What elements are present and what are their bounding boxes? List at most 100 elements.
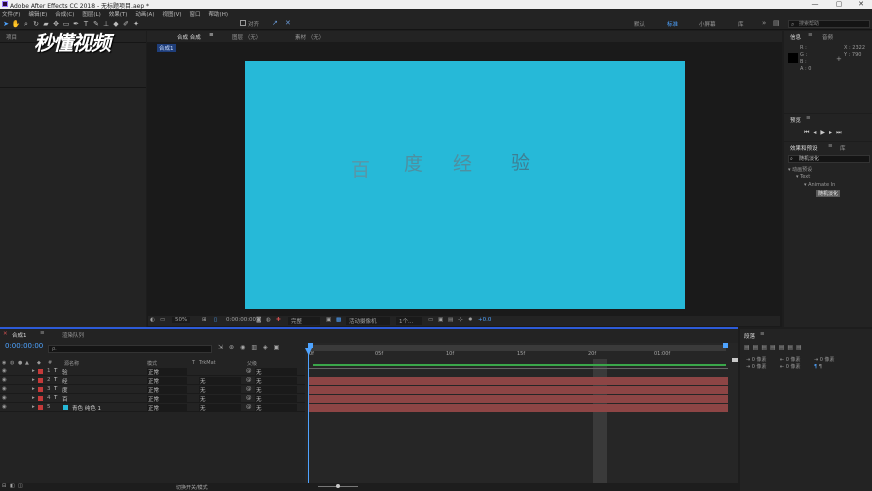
eraser-tool-icon[interactable]: ◆ bbox=[111, 18, 121, 30]
layer-bar-2[interactable] bbox=[309, 377, 728, 385]
parent-pickwhip-icon[interactable]: @ bbox=[246, 395, 252, 401]
menu-file[interactable]: 文件(F) bbox=[2, 10, 20, 18]
menu-edit[interactable]: 编辑(E) bbox=[28, 10, 47, 18]
roto-brush-tool-icon[interactable]: ✐ bbox=[121, 18, 131, 30]
layer-name[interactable]: 百 bbox=[62, 395, 68, 403]
tree-animate-in[interactable]: ▾ Animate In bbox=[804, 182, 835, 188]
layer-parent-dropdown[interactable]: 无 bbox=[255, 386, 297, 394]
justify-right-icon[interactable]: ▤ bbox=[787, 344, 796, 351]
panel-menu-icon[interactable]: ≡ bbox=[209, 32, 214, 38]
layer-parent-dropdown[interactable]: 无 bbox=[255, 395, 297, 403]
layer-mode-dropdown[interactable]: 正常 bbox=[147, 404, 187, 412]
direction-icon[interactable]: ¶ ¶ bbox=[814, 364, 835, 371]
camera-dropdown[interactable]: 活动摄像机 bbox=[346, 317, 390, 325]
visibility-icon[interactable]: ◉ bbox=[2, 395, 7, 401]
paragraph-panel-menu-icon[interactable]: ≡ bbox=[760, 331, 765, 337]
snap-checkbox[interactable] bbox=[240, 20, 246, 26]
space-after-icon[interactable]: ⇤ 0 像素 bbox=[780, 364, 801, 371]
menu-animation[interactable]: 动画(A) bbox=[135, 10, 154, 18]
layer-parent-dropdown[interactable]: 无 bbox=[255, 368, 297, 376]
layer-mode-dropdown[interactable]: 正常 bbox=[147, 395, 187, 403]
layer-switches-icon[interactable]: ⊟ bbox=[2, 483, 6, 489]
shy-icon[interactable]: ◉ bbox=[240, 344, 251, 351]
layer-bar-3[interactable] bbox=[309, 386, 728, 394]
zoom-slider-thumb[interactable] bbox=[336, 484, 340, 488]
layer-name[interactable]: 度 bbox=[62, 386, 68, 394]
indent-left-icon[interactable]: ⇥ 0 像素 bbox=[746, 357, 767, 364]
zoom-dropdown[interactable]: 50% bbox=[172, 317, 191, 323]
menu-composition[interactable]: 合成(C) bbox=[55, 10, 74, 18]
timeline-panel-menu-icon[interactable]: ≡ bbox=[40, 330, 45, 336]
expand-triangle-icon[interactable]: ▸ bbox=[32, 395, 35, 401]
composition-canvas[interactable]: 百 度 经 验 bbox=[245, 61, 685, 309]
effects-presets-tab[interactable]: 效果和预设 bbox=[790, 144, 818, 152]
align-right-icon[interactable]: ▤ bbox=[761, 344, 770, 351]
views-dropdown[interactable]: 1个... bbox=[396, 317, 422, 325]
draft-3d-icon[interactable]: ⊛ bbox=[229, 344, 240, 351]
minimize-button[interactable]: — bbox=[806, 0, 824, 8]
menu-window[interactable]: 窗口 bbox=[190, 10, 201, 18]
menu-layer[interactable]: 图层(L) bbox=[82, 10, 100, 18]
layer-trkmat-dropdown[interactable]: 无 bbox=[199, 395, 241, 403]
layer-row-4[interactable]: ◉ ▸ 4 T 百 正常 无 @ 无 bbox=[0, 394, 305, 403]
graph-editor-icon[interactable]: ▣ bbox=[274, 344, 286, 351]
space-before-icon[interactable]: ⇥ 0 像素 bbox=[746, 364, 767, 371]
menu-effect[interactable]: 效果(T) bbox=[109, 10, 128, 18]
source-name-header[interactable]: 源名称 bbox=[64, 360, 79, 367]
comp-flowchart-icon[interactable]: ⇲ bbox=[218, 344, 229, 351]
menu-view[interactable]: 视图(V) bbox=[162, 10, 181, 18]
layer-trkmat-dropdown[interactable]: 无 bbox=[199, 386, 241, 394]
workspace-default[interactable]: 默认 bbox=[634, 20, 645, 28]
layer-trkmat-dropdown[interactable]: 无 bbox=[199, 377, 241, 385]
workspace-menu-icon[interactable]: ▤ bbox=[773, 19, 780, 27]
exposure-value[interactable]: +0.0 bbox=[478, 317, 491, 323]
info-tab[interactable]: 信息 bbox=[790, 33, 801, 41]
flowchart-icon[interactable]: ⊹ bbox=[458, 317, 463, 323]
resolution-dropdown[interactable]: 完整 bbox=[288, 317, 320, 325]
menu-help[interactable]: 帮助(H) bbox=[209, 10, 228, 18]
channel-icon[interactable]: ✚ bbox=[276, 317, 281, 323]
layer-name[interactable]: 验 bbox=[62, 368, 68, 376]
comp-breadcrumb[interactable]: 合成1 bbox=[157, 44, 176, 52]
layer-bar-5[interactable] bbox=[309, 404, 728, 412]
next-frame-icon[interactable]: ▸ bbox=[829, 129, 836, 136]
help-search-input[interactable]: ⌕ 搜索帮助 bbox=[788, 20, 870, 28]
expand-triangle-icon[interactable]: ▸ bbox=[32, 368, 35, 374]
preview-tab[interactable]: 预览 bbox=[790, 116, 801, 124]
timeline-comp-tab[interactable]: 合成1 bbox=[12, 331, 27, 339]
more-workspaces-icon[interactable]: » bbox=[762, 19, 766, 27]
layer-mode-dropdown[interactable]: 正常 bbox=[147, 386, 187, 394]
indent-right-icon[interactable]: ⇤ 0 像素 bbox=[780, 357, 801, 364]
timeline-nav-end-icon[interactable] bbox=[732, 358, 738, 362]
preset-random-fade[interactable]: 随机淡化 bbox=[816, 190, 841, 197]
work-area-end-handle[interactable] bbox=[723, 343, 728, 348]
project-tab[interactable]: 项目 bbox=[6, 33, 17, 41]
last-frame-icon[interactable]: ⏭ bbox=[836, 129, 845, 136]
workspace-small-screen[interactable]: 小屏幕 bbox=[699, 20, 716, 28]
info-panel-menu-icon[interactable]: ≡ bbox=[808, 32, 813, 38]
effects-panel-menu-icon[interactable]: ≡ bbox=[828, 143, 833, 149]
tree-animation-presets[interactable]: ▾ 动画预设 bbox=[788, 166, 812, 173]
label-color-swatch[interactable] bbox=[38, 396, 43, 401]
parent-pickwhip-icon[interactable]: @ bbox=[246, 404, 252, 410]
layer-bar-4[interactable] bbox=[309, 395, 728, 403]
label-color-swatch[interactable] bbox=[38, 369, 43, 374]
layer-search-input[interactable]: ρ. bbox=[48, 345, 212, 353]
maximize-button[interactable]: ▢ bbox=[830, 0, 848, 8]
fit-icon[interactable]: ⊞ bbox=[202, 317, 207, 323]
align-left-icon[interactable]: ▤ bbox=[744, 344, 753, 351]
layer-row-2[interactable]: ◉ ▸ 2 T 经 正常 无 @ 无 bbox=[0, 376, 305, 385]
transparency-grid-icon[interactable]: ▩ bbox=[336, 317, 341, 323]
layer-row-3[interactable]: ◉ ▸ 3 T 度 正常 无 @ 无 bbox=[0, 385, 305, 394]
snap-toggle-icon[interactable]: ↗ bbox=[272, 19, 278, 27]
expand-triangle-icon[interactable]: ▸ bbox=[32, 404, 35, 410]
puppet-tool-icon[interactable]: ✦ bbox=[131, 18, 141, 30]
preview-panel-menu-icon[interactable]: ≡ bbox=[806, 115, 811, 121]
visibility-icon[interactable]: ◉ bbox=[2, 377, 7, 383]
layer-row-5[interactable]: ◉ ▸ 5 青色 纯色 1 正常 无 @ 无 bbox=[0, 403, 305, 412]
expand-triangle-icon[interactable]: ▸ bbox=[32, 386, 35, 392]
fast-preview-icon[interactable]: ▣ bbox=[438, 317, 443, 323]
always-preview-icon[interactable]: ◐ bbox=[150, 317, 155, 323]
close-button[interactable]: ✕ bbox=[852, 0, 870, 8]
visibility-icon[interactable]: ◉ bbox=[2, 386, 7, 392]
